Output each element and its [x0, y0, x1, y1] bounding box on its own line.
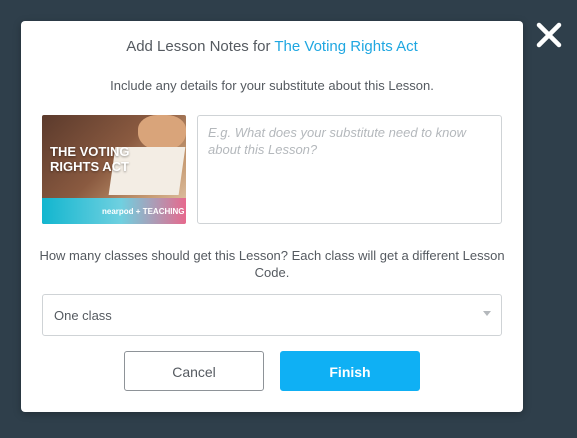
modal-subtitle: Include any details for your substitute … [110, 78, 434, 93]
lesson-notes-modal: Add Lesson Notes for The Voting Rights A… [21, 21, 523, 412]
lesson-notes-textarea[interactable] [197, 115, 502, 224]
thumbnail-logos: nearpod + TEACHING TOLERANCE [102, 207, 186, 216]
class-count-select[interactable]: One class [42, 294, 502, 336]
class-count-value: One class [54, 308, 112, 323]
thumbnail-title: THE VOTING RIGHTS ACT [50, 144, 130, 174]
partner-logo: TEACHING TOLERANCE [142, 207, 186, 216]
chevron-down-icon [483, 311, 491, 316]
thumbnail-hand-shape [138, 115, 186, 151]
lesson-title-link[interactable]: The Voting Rights Act [274, 38, 417, 55]
modal-title: Add Lesson Notes for The Voting Rights A… [21, 38, 523, 55]
cancel-button[interactable]: Cancel [124, 351, 264, 391]
finish-button[interactable]: Finish [280, 351, 420, 391]
nearpod-logo: nearpod [102, 207, 134, 216]
classes-question: How many classes should get this Lesson?… [39, 248, 505, 280]
lesson-thumbnail: THE VOTING RIGHTS ACT nearpod + TEACHING… [42, 115, 186, 224]
modal-title-prefix: Add Lesson Notes for [126, 38, 271, 55]
close-icon[interactable] [533, 19, 565, 51]
